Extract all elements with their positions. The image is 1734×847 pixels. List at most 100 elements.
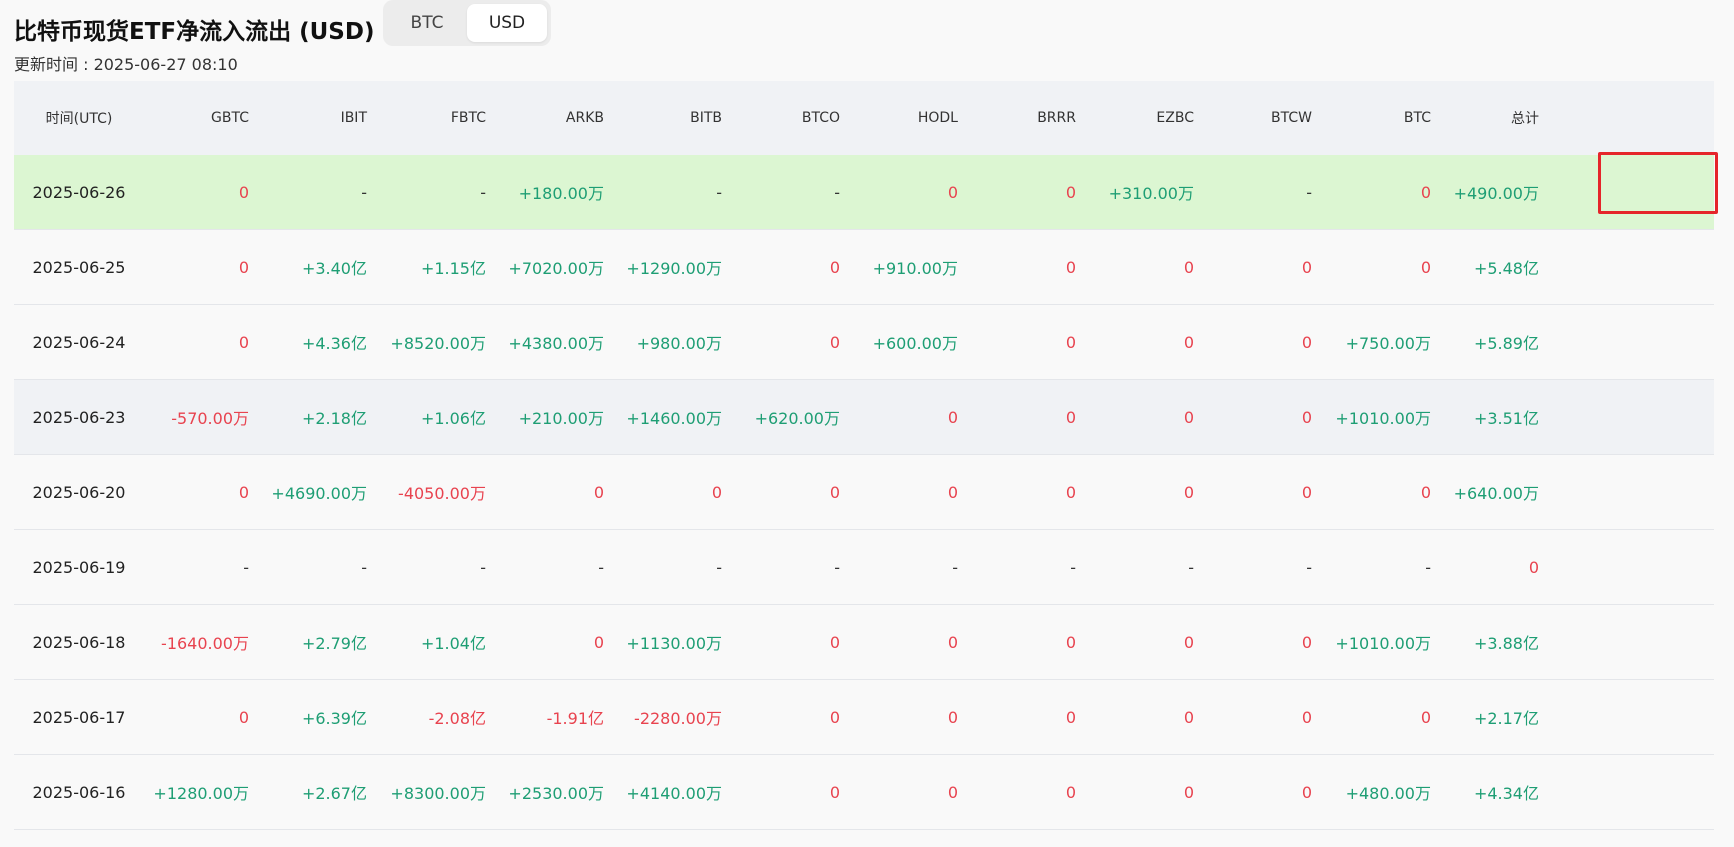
cell-fbtc: +1.04亿 <box>420 634 486 653</box>
cell-btcw: 0 <box>1301 257 1312 277</box>
cell-hodl: 0 <box>947 632 958 652</box>
cell-brrr: 0 <box>1065 182 1076 202</box>
column-header-btco: BTCO <box>801 110 840 126</box>
row-date: 2025-06-18 <box>32 632 126 652</box>
cell-gbtc: 0 <box>238 482 249 502</box>
cell-brrr: 0 <box>1065 632 1076 652</box>
cell-总计: +490.00万 <box>1453 184 1539 203</box>
cell-gbtc: - <box>243 557 249 577</box>
cell-ibit: +3.40亿 <box>301 259 367 278</box>
cell-ezbc: 0 <box>1183 782 1194 802</box>
cell-brrr: 0 <box>1065 332 1076 352</box>
cell-fbtc: - <box>480 557 486 577</box>
cell-btco: 0 <box>829 707 840 727</box>
cell-ibit: +2.18亿 <box>301 409 367 428</box>
cell-arkb: 0 <box>593 482 604 502</box>
cell-btc: +1010.00万 <box>1335 409 1431 428</box>
table-row: 2025-06-16 +1280.00万 +2.67亿 +8300.00万 +2530.… <box>14 755 1714 830</box>
cell-bitb: +1290.00万 <box>626 259 722 278</box>
cell-gbtc: 0 <box>238 332 249 352</box>
page-title: 比特币现货ETF净流入流出 (USD) <box>14 19 375 45</box>
toggle-btc-button[interactable]: BTC <box>387 4 467 42</box>
cell-gbtc: -570.00万 <box>171 409 249 428</box>
cell-arkb: 0 <box>593 632 604 652</box>
cell-btcw: 0 <box>1301 482 1312 502</box>
column-header-ezbc: EZBC <box>1156 110 1194 126</box>
cell-gbtc: 0 <box>238 707 249 727</box>
cell-hodl: +600.00万 <box>872 334 958 353</box>
cell-bitb: - <box>716 557 722 577</box>
cell-总计: 0 <box>1528 557 1539 577</box>
cell-总计: +5.89亿 <box>1473 334 1539 353</box>
cell-gbtc: -1640.00万 <box>161 634 249 653</box>
table-row: 2025-06-24 0 +4.36亿 +8520.00万 +4380.00万 +980.… <box>14 305 1714 380</box>
cell-brrr: - <box>1070 557 1076 577</box>
cell-bitb: +1460.00万 <box>626 409 722 428</box>
cell-bitb: +4140.00万 <box>626 784 722 803</box>
cell-fbtc: +8520.00万 <box>390 334 486 353</box>
cell-arkb: +7020.00万 <box>508 259 604 278</box>
cell-ibit: +6.39亿 <box>301 709 367 728</box>
cell-btcw: 0 <box>1301 782 1312 802</box>
cell-brrr: 0 <box>1065 707 1076 727</box>
cell-gbtc: 0 <box>238 257 249 277</box>
column-header-arkb: ARKB <box>565 110 604 126</box>
cell-hodl: - <box>952 557 958 577</box>
cell-hodl: 0 <box>947 707 958 727</box>
cell-ezbc: 0 <box>1183 407 1194 427</box>
row-date: 2025-06-25 <box>32 257 126 277</box>
table-row: 2025-06-25 0 +3.40亿 +1.15亿 +7020.00万 +1290.00… <box>14 230 1714 305</box>
cell-ezbc: 0 <box>1183 707 1194 727</box>
cell-brrr: 0 <box>1065 257 1076 277</box>
cell-btc: +1010.00万 <box>1335 634 1431 653</box>
row-date: 2025-06-19 <box>32 557 126 577</box>
cell-bitb: - <box>716 182 722 202</box>
cell-ibit: +4690.00万 <box>271 484 367 503</box>
cell-btcw: 0 <box>1301 707 1312 727</box>
cell-btc: +480.00万 <box>1345 784 1431 803</box>
cell-ibit: - <box>361 182 367 202</box>
cell-hodl: +910.00万 <box>872 259 958 278</box>
cell-hodl: 0 <box>947 182 958 202</box>
column-header-time: 时间(UTC) <box>45 111 113 127</box>
unit-toggle: BTC USD <box>383 0 551 46</box>
column-header-brrr: BRRR <box>1037 110 1076 126</box>
row-date: 2025-06-23 <box>32 407 126 427</box>
column-header-btcw: BTCW <box>1271 110 1312 126</box>
table-row: 2025-06-17 0 +6.39亿 -2.08亿 -1.91亿 -2280.00万 0 0… <box>14 680 1714 755</box>
cell-arkb: +180.00万 <box>518 184 604 203</box>
toggle-usd-button[interactable]: USD <box>467 4 547 42</box>
cell-gbtc: 0 <box>238 182 249 202</box>
etf-flow-table: 时间(UTC) GBTC IBIT FBTC ARKB BITB BTCO HODL BRRR E… <box>14 81 1714 830</box>
column-header-hodl: HODL <box>917 110 958 126</box>
cell-bitb: 0 <box>711 482 722 502</box>
cell-fbtc: +1.06亿 <box>420 409 486 428</box>
cell-btc: 0 <box>1420 257 1431 277</box>
cell-ezbc: 0 <box>1183 632 1194 652</box>
row-date: 2025-06-17 <box>32 707 126 727</box>
cell-btco: 0 <box>829 257 840 277</box>
table-header-row: 时间(UTC) GBTC IBIT FBTC ARKB BITB BTCO HODL BRRR E… <box>14 81 1714 155</box>
cell-总计: +2.17亿 <box>1473 709 1539 728</box>
page-header: 比特币现货ETF净流入流出 (USD) BTC USD 更新时间 : 2025-… <box>14 0 1714 80</box>
cell-btc: 0 <box>1420 707 1431 727</box>
cell-btc: 0 <box>1420 482 1431 502</box>
row-date: 2025-06-20 <box>32 482 126 502</box>
cell-ezbc: 0 <box>1183 332 1194 352</box>
cell-bitb: +980.00万 <box>636 334 722 353</box>
cell-ibit: +4.36亿 <box>301 334 367 353</box>
cell-btc: 0 <box>1420 182 1431 202</box>
cell-brrr: 0 <box>1065 407 1076 427</box>
cell-arkb: +210.00万 <box>518 409 604 428</box>
cell-hodl: 0 <box>947 482 958 502</box>
cell-总计: +5.48亿 <box>1473 259 1539 278</box>
row-date: 2025-06-24 <box>32 332 126 352</box>
cell-hodl: 0 <box>947 782 958 802</box>
cell-fbtc: +8300.00万 <box>390 784 486 803</box>
cell-brrr: 0 <box>1065 782 1076 802</box>
column-header-gbtc: GBTC <box>211 110 249 126</box>
cell-gbtc: +1280.00万 <box>153 784 249 803</box>
cell-ezbc: +310.00万 <box>1108 184 1194 203</box>
cell-btco: 0 <box>829 782 840 802</box>
cell-bitb: +1130.00万 <box>626 634 722 653</box>
